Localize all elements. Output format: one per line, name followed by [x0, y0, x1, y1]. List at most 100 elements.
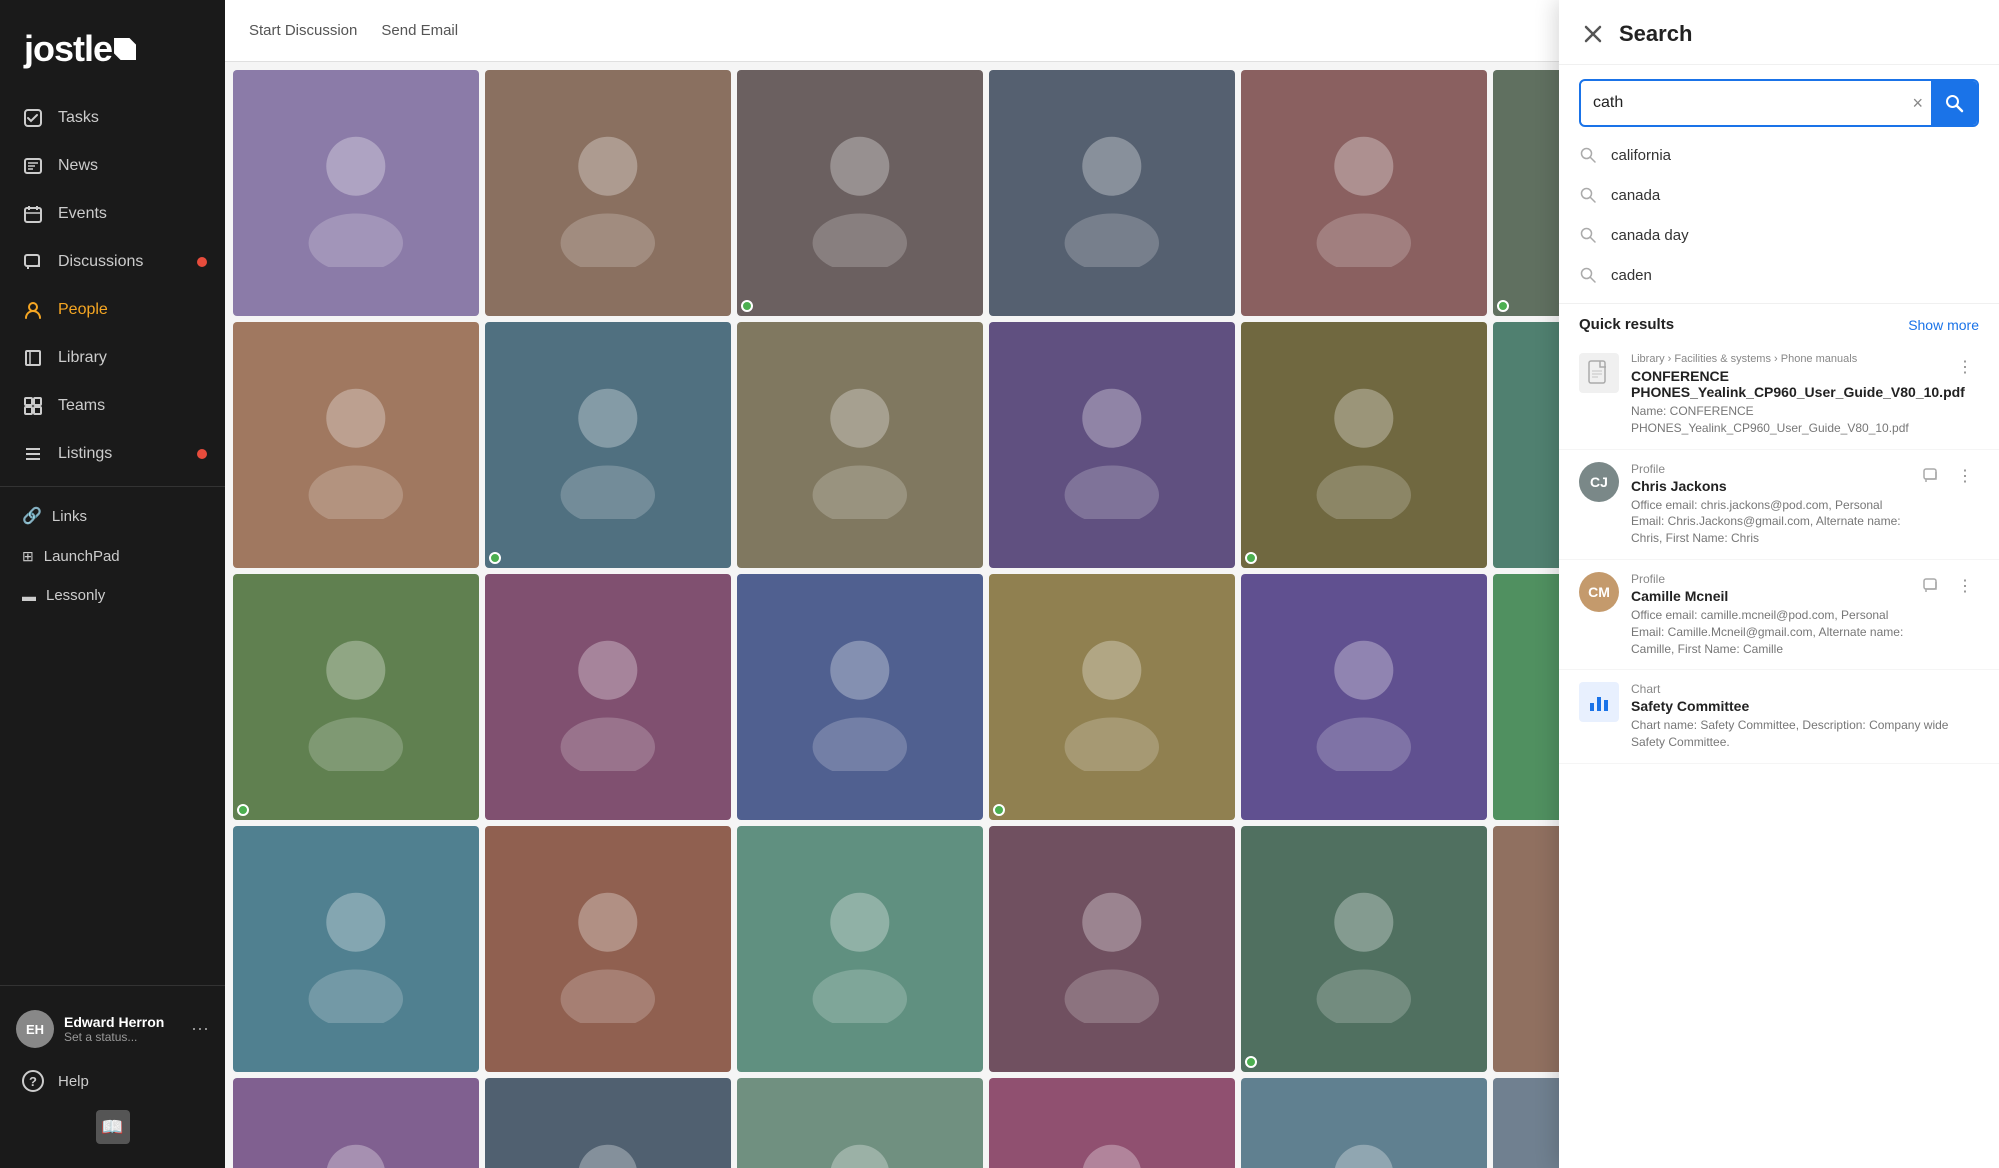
- online-badge: [993, 804, 1005, 816]
- sidebar-item-help[interactable]: ? Help: [0, 1060, 225, 1102]
- person-card[interactable]: [485, 1078, 731, 1168]
- links-label: Links: [52, 508, 87, 525]
- result-item-camille[interactable]: CM Profile Camille Mcneil Office email: …: [1559, 560, 1999, 670]
- person-card[interactable]: [989, 826, 1235, 1072]
- more-button-chris[interactable]: ⋮: [1951, 462, 1979, 490]
- person-card[interactable]: [737, 70, 983, 316]
- person-card[interactable]: [1241, 70, 1487, 316]
- send-email-button[interactable]: Send Email: [381, 16, 458, 45]
- suggestion-canada-label: canada: [1611, 187, 1660, 204]
- teams-icon: [22, 395, 44, 417]
- result-name: CONFERENCE PHONES_Yealink_CP960_User_Gui…: [1631, 368, 1939, 400]
- book-button[interactable]: 📖: [96, 1110, 130, 1144]
- search-panel: Search × california canada canada day ca…: [1559, 0, 1999, 1168]
- sidebar-item-lessonly[interactable]: ▬ Lessonly: [0, 576, 225, 615]
- sidebar-item-launchpad[interactable]: ⊞ LaunchPad: [0, 537, 225, 576]
- result-detail-camille: Office email: camille.mcneil@pod.com, Pe…: [1631, 607, 1905, 657]
- search-title: Search: [1619, 21, 1692, 47]
- person-card[interactable]: [1241, 574, 1487, 820]
- listings-label: Listings: [58, 445, 112, 463]
- result-more-button[interactable]: ⋮: [1951, 353, 1979, 381]
- suggestion-california-label: california: [1611, 147, 1671, 164]
- start-discussion-button[interactable]: Start Discussion: [249, 16, 357, 45]
- person-card[interactable]: [737, 826, 983, 1072]
- online-badge: [741, 300, 753, 312]
- person-card[interactable]: [1241, 1078, 1487, 1168]
- library-label: Library: [58, 349, 107, 367]
- result-breadcrumb: Library › Facilities & systems › Phone m…: [1631, 353, 1939, 365]
- show-more-button[interactable]: Show more: [1908, 317, 1979, 333]
- person-card[interactable]: [737, 322, 983, 568]
- suggestion-caden[interactable]: caden: [1559, 255, 1999, 295]
- sidebar-item-discussions[interactable]: Discussions: [0, 238, 225, 286]
- sidebar-item-teams[interactable]: Teams: [0, 382, 225, 430]
- people-icon: [22, 299, 44, 321]
- person-card[interactable]: [485, 574, 731, 820]
- result-item-safety[interactable]: Chart Safety Committee Chart name: Safet…: [1559, 670, 1999, 764]
- person-card[interactable]: [989, 322, 1235, 568]
- online-badge: [1245, 552, 1257, 564]
- sidebar-item-tasks[interactable]: Tasks: [0, 94, 225, 142]
- person-card[interactable]: [989, 70, 1235, 316]
- result-actions: ⋮: [1951, 353, 1979, 381]
- user-name: Edward Herron: [64, 1014, 181, 1030]
- sidebar-item-library[interactable]: Library: [0, 334, 225, 382]
- person-card[interactable]: [233, 70, 479, 316]
- more-button-camille[interactable]: ⋮: [1951, 572, 1979, 600]
- suggestion-california[interactable]: california: [1559, 135, 1999, 175]
- result-type-camille: Profile: [1631, 572, 1905, 586]
- person-card[interactable]: [233, 826, 479, 1072]
- tasks-label: Tasks: [58, 109, 99, 127]
- sidebar-item-listings[interactable]: Listings: [0, 430, 225, 478]
- result-body-conf-phones: Library › Facilities & systems › Phone m…: [1631, 353, 1939, 437]
- search-input[interactable]: [1581, 84, 1904, 122]
- tasks-icon: [22, 107, 44, 129]
- person-card[interactable]: [1241, 322, 1487, 568]
- online-badge: [1245, 1056, 1257, 1068]
- person-card[interactable]: [989, 1078, 1235, 1168]
- search-suggestions: california canada canada day caden: [1559, 127, 1999, 303]
- person-card[interactable]: [1241, 826, 1487, 1072]
- camille-avatar: CM: [1579, 572, 1619, 612]
- sidebar-item-links[interactable]: 🔗 Links: [0, 495, 225, 537]
- search-close-button[interactable]: [1579, 20, 1607, 48]
- online-badge: [1497, 300, 1509, 312]
- person-card[interactable]: [485, 322, 731, 568]
- discussions-icon: [22, 251, 44, 273]
- search-go-button[interactable]: [1931, 81, 1977, 125]
- person-card[interactable]: [737, 574, 983, 820]
- person-card[interactable]: [989, 574, 1235, 820]
- search-clear-button[interactable]: ×: [1904, 93, 1931, 114]
- result-detail: Name: CONFERENCE PHONES_Yealink_CP960_Us…: [1631, 403, 1939, 437]
- suggestion-canada-day[interactable]: canada day: [1559, 215, 1999, 255]
- user-menu-button[interactable]: ⋯: [191, 1019, 209, 1040]
- search-header: Search: [1559, 0, 1999, 65]
- sidebar-item-people[interactable]: People: [0, 286, 225, 334]
- user-section[interactable]: EH Edward Herron Set a status... ⋯: [0, 998, 225, 1060]
- result-detail-chris: Office email: chris.jackons@pod.com, Per…: [1631, 497, 1905, 547]
- chat-button-camille[interactable]: [1917, 572, 1945, 600]
- user-info: Edward Herron Set a status...: [64, 1014, 181, 1044]
- suggestion-canada-day-label: canada day: [1611, 227, 1689, 244]
- person-card[interactable]: [737, 1078, 983, 1168]
- result-type-safety: Chart: [1631, 682, 1979, 696]
- person-card[interactable]: [233, 574, 479, 820]
- result-body-chris: Profile Chris Jackons Office email: chri…: [1631, 462, 1905, 547]
- result-item-chris-jackons[interactable]: CJ Profile Chris Jackons Office email: c…: [1559, 450, 1999, 560]
- suggestion-caden-label: caden: [1611, 267, 1652, 284]
- person-card[interactable]: [233, 1078, 479, 1168]
- person-card[interactable]: [233, 322, 479, 568]
- sidebar-bottom: EH Edward Herron Set a status... ⋯ ? Hel…: [0, 985, 225, 1168]
- sidebar-item-events[interactable]: Events: [0, 190, 225, 238]
- suggestion-canada[interactable]: canada: [1559, 175, 1999, 215]
- person-card[interactable]: [485, 826, 731, 1072]
- lessonly-icon: ▬: [22, 588, 36, 604]
- online-badge: [237, 804, 249, 816]
- person-card[interactable]: [485, 70, 731, 316]
- result-name-safety: Safety Committee: [1631, 698, 1979, 714]
- result-item-conf-phones[interactable]: Library › Facilities & systems › Phone m…: [1559, 341, 1999, 450]
- online-badge: [489, 552, 501, 564]
- sidebar-item-news[interactable]: News: [0, 142, 225, 190]
- chat-button-chris[interactable]: [1917, 462, 1945, 490]
- result-name-camille: Camille Mcneil: [1631, 588, 1905, 604]
